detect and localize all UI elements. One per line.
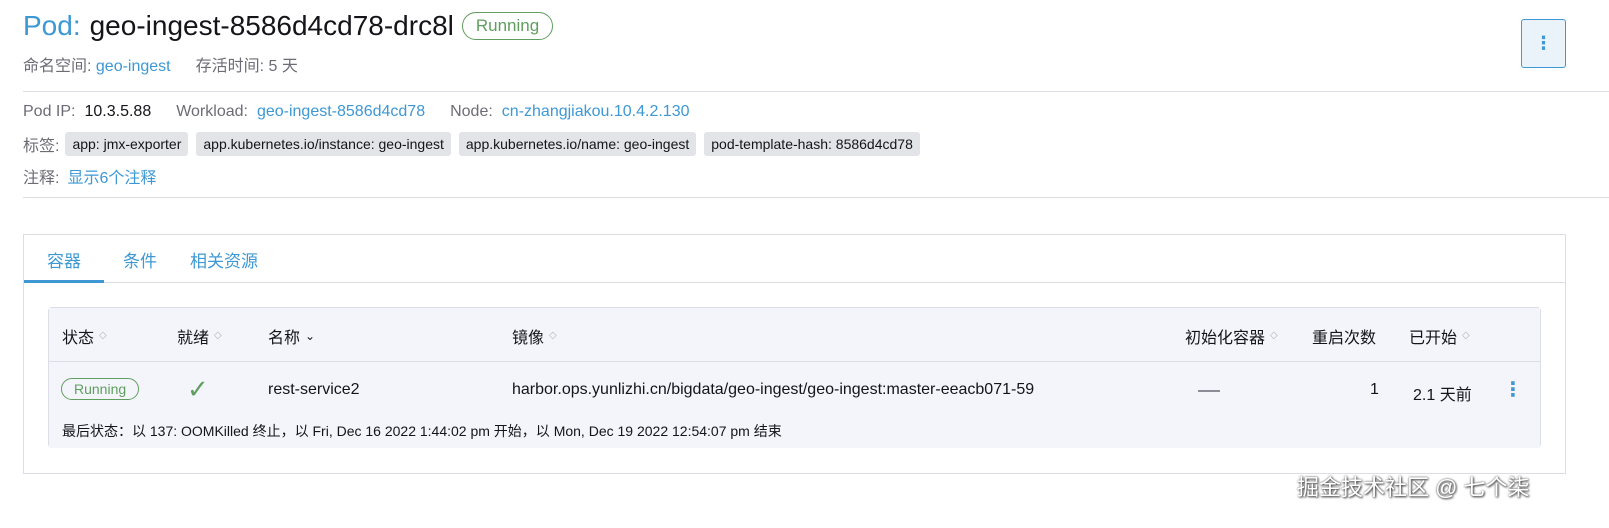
age-value: 5 天 [268, 58, 298, 75]
ready-check-icon: ✓ [187, 374, 209, 404]
column-started-label: 已开始 [1409, 330, 1458, 347]
divider [23, 91, 1609, 92]
age-label: 存活时间: [195, 58, 265, 75]
sort-icon: ◇ [1462, 330, 1470, 341]
tab-related-resources[interactable]: 相关资源 [176, 235, 272, 283]
namespace-link[interactable]: geo-ingest [96, 58, 171, 75]
column-restarts: 重启次数 [1312, 324, 1376, 348]
resource-kind: Pod: [23, 10, 81, 41]
table-row: Running ✓ rest-service2 harbor.ops.yunli… [49, 363, 1540, 448]
container-image: harbor.ops.yunlizhi.cn/bigdata/geo-inges… [512, 381, 1035, 398]
pod-ip-value: 10.3.5.88 [84, 103, 152, 120]
column-status[interactable]: 状态 ◇ [62, 324, 107, 348]
container-name: rest-service2 [268, 381, 360, 398]
last-state-text: 最后状态：以 137: OOMKilled 终止，以 Fri, Dec 16 2… [62, 423, 782, 439]
sort-icon: ◇ [1270, 330, 1278, 341]
column-started[interactable]: 已开始 ◇ [1409, 324, 1470, 348]
label-tag: app: jmx-exporter [65, 132, 189, 156]
namespace-label: 命名空间: [23, 58, 92, 75]
column-init-containers[interactable]: 初始化容器 ◇ [1185, 324, 1278, 348]
column-restarts-label: 重启次数 [1312, 330, 1377, 347]
tab-bar: 容器 条件 相关资源 [24, 235, 1565, 283]
no-init-dash-icon [1198, 390, 1220, 392]
pod-name: geo-ingest-8586d4cd78-drc8l [89, 10, 454, 41]
column-name-label: 名称 [268, 330, 301, 347]
watermark: 掘金技术社区 @ 七个柒 [1297, 475, 1530, 500]
column-ready-label: 就绪 [177, 330, 210, 347]
divider [23, 197, 1609, 198]
column-name[interactable]: 名称 ⌄ [268, 324, 315, 348]
workload-link[interactable]: geo-ingest-8586d4cd78 [257, 103, 425, 121]
sort-icon: ◇ [99, 330, 107, 341]
resource-panel: 容器 条件 相关资源 状态 ◇ 就绪 ◇ 名称 ⌄ 镜像 ◇ 初始化容器 ◇ 重… [23, 234, 1566, 474]
labels-row: 标签: app: jmx-exporter app.kubernetes.io/… [23, 132, 928, 156]
sort-down-icon: ⌄ [305, 329, 316, 343]
label-tag: pod-template-hash: 8586d4cd78 [704, 132, 920, 156]
pod-info-row: Pod IP: 10.3.5.88 Workload: geo-ingest-8… [23, 103, 715, 121]
started-ago: 2.1 天前 [1413, 387, 1472, 404]
column-image-label: 镜像 [512, 330, 545, 347]
sort-icon: ◇ [214, 330, 222, 341]
node-link[interactable]: cn-zhangjiakou.10.4.2.130 [502, 103, 690, 121]
labels-label: 标签: [23, 138, 60, 155]
node-label: Node: [450, 103, 493, 120]
table-header: 状态 ◇ 就绪 ◇ 名称 ⌄ 镜像 ◇ 初始化容器 ◇ 重启次数 已开始 ◇ [49, 308, 1540, 362]
show-annotations-link[interactable]: 显示6个注释 [67, 164, 156, 188]
pod-subtitle: 命名空间: geo-ingest 存活时间: 5 天 [23, 52, 323, 76]
annotations-label: 注释: [23, 170, 60, 187]
tab-conditions[interactable]: 条件 [104, 235, 176, 283]
row-actions-kebab-icon[interactable]: ⋮ [1503, 377, 1523, 402]
page-title: Pod: geo-ingest-8586d4cd78-drc8l Running [23, 10, 554, 42]
pod-ip-label: Pod IP: [23, 103, 76, 120]
label-tag: app.kubernetes.io/name: geo-ingest [458, 132, 697, 156]
restart-count: 1 [1370, 381, 1379, 398]
actions-menu-button[interactable]: ⋮ [1521, 19, 1566, 68]
column-status-label: 状态 [62, 330, 95, 347]
tab-containers[interactable]: 容器 [24, 235, 104, 283]
container-status-badge: Running [61, 378, 140, 400]
annotations-row: 注释: 显示6个注释 [23, 164, 156, 188]
column-ready[interactable]: 就绪 ◇ [177, 324, 222, 348]
sort-icon: ◇ [549, 330, 557, 341]
column-init-label: 初始化容器 [1185, 330, 1266, 347]
namespace-info: 命名空间: geo-ingest [23, 52, 171, 76]
status-badge: Running [461, 12, 554, 40]
age-info: 存活时间: 5 天 [196, 52, 298, 76]
containers-table: 状态 ◇ 就绪 ◇ 名称 ⌄ 镜像 ◇ 初始化容器 ◇ 重启次数 已开始 ◇ R… [48, 307, 1541, 448]
column-image[interactable]: 镜像 ◇ [512, 324, 557, 348]
label-tag: app.kubernetes.io/instance: geo-ingest [196, 132, 451, 156]
workload-label: Workload: [176, 103, 248, 120]
kebab-icon: ⋮ [1534, 33, 1553, 53]
